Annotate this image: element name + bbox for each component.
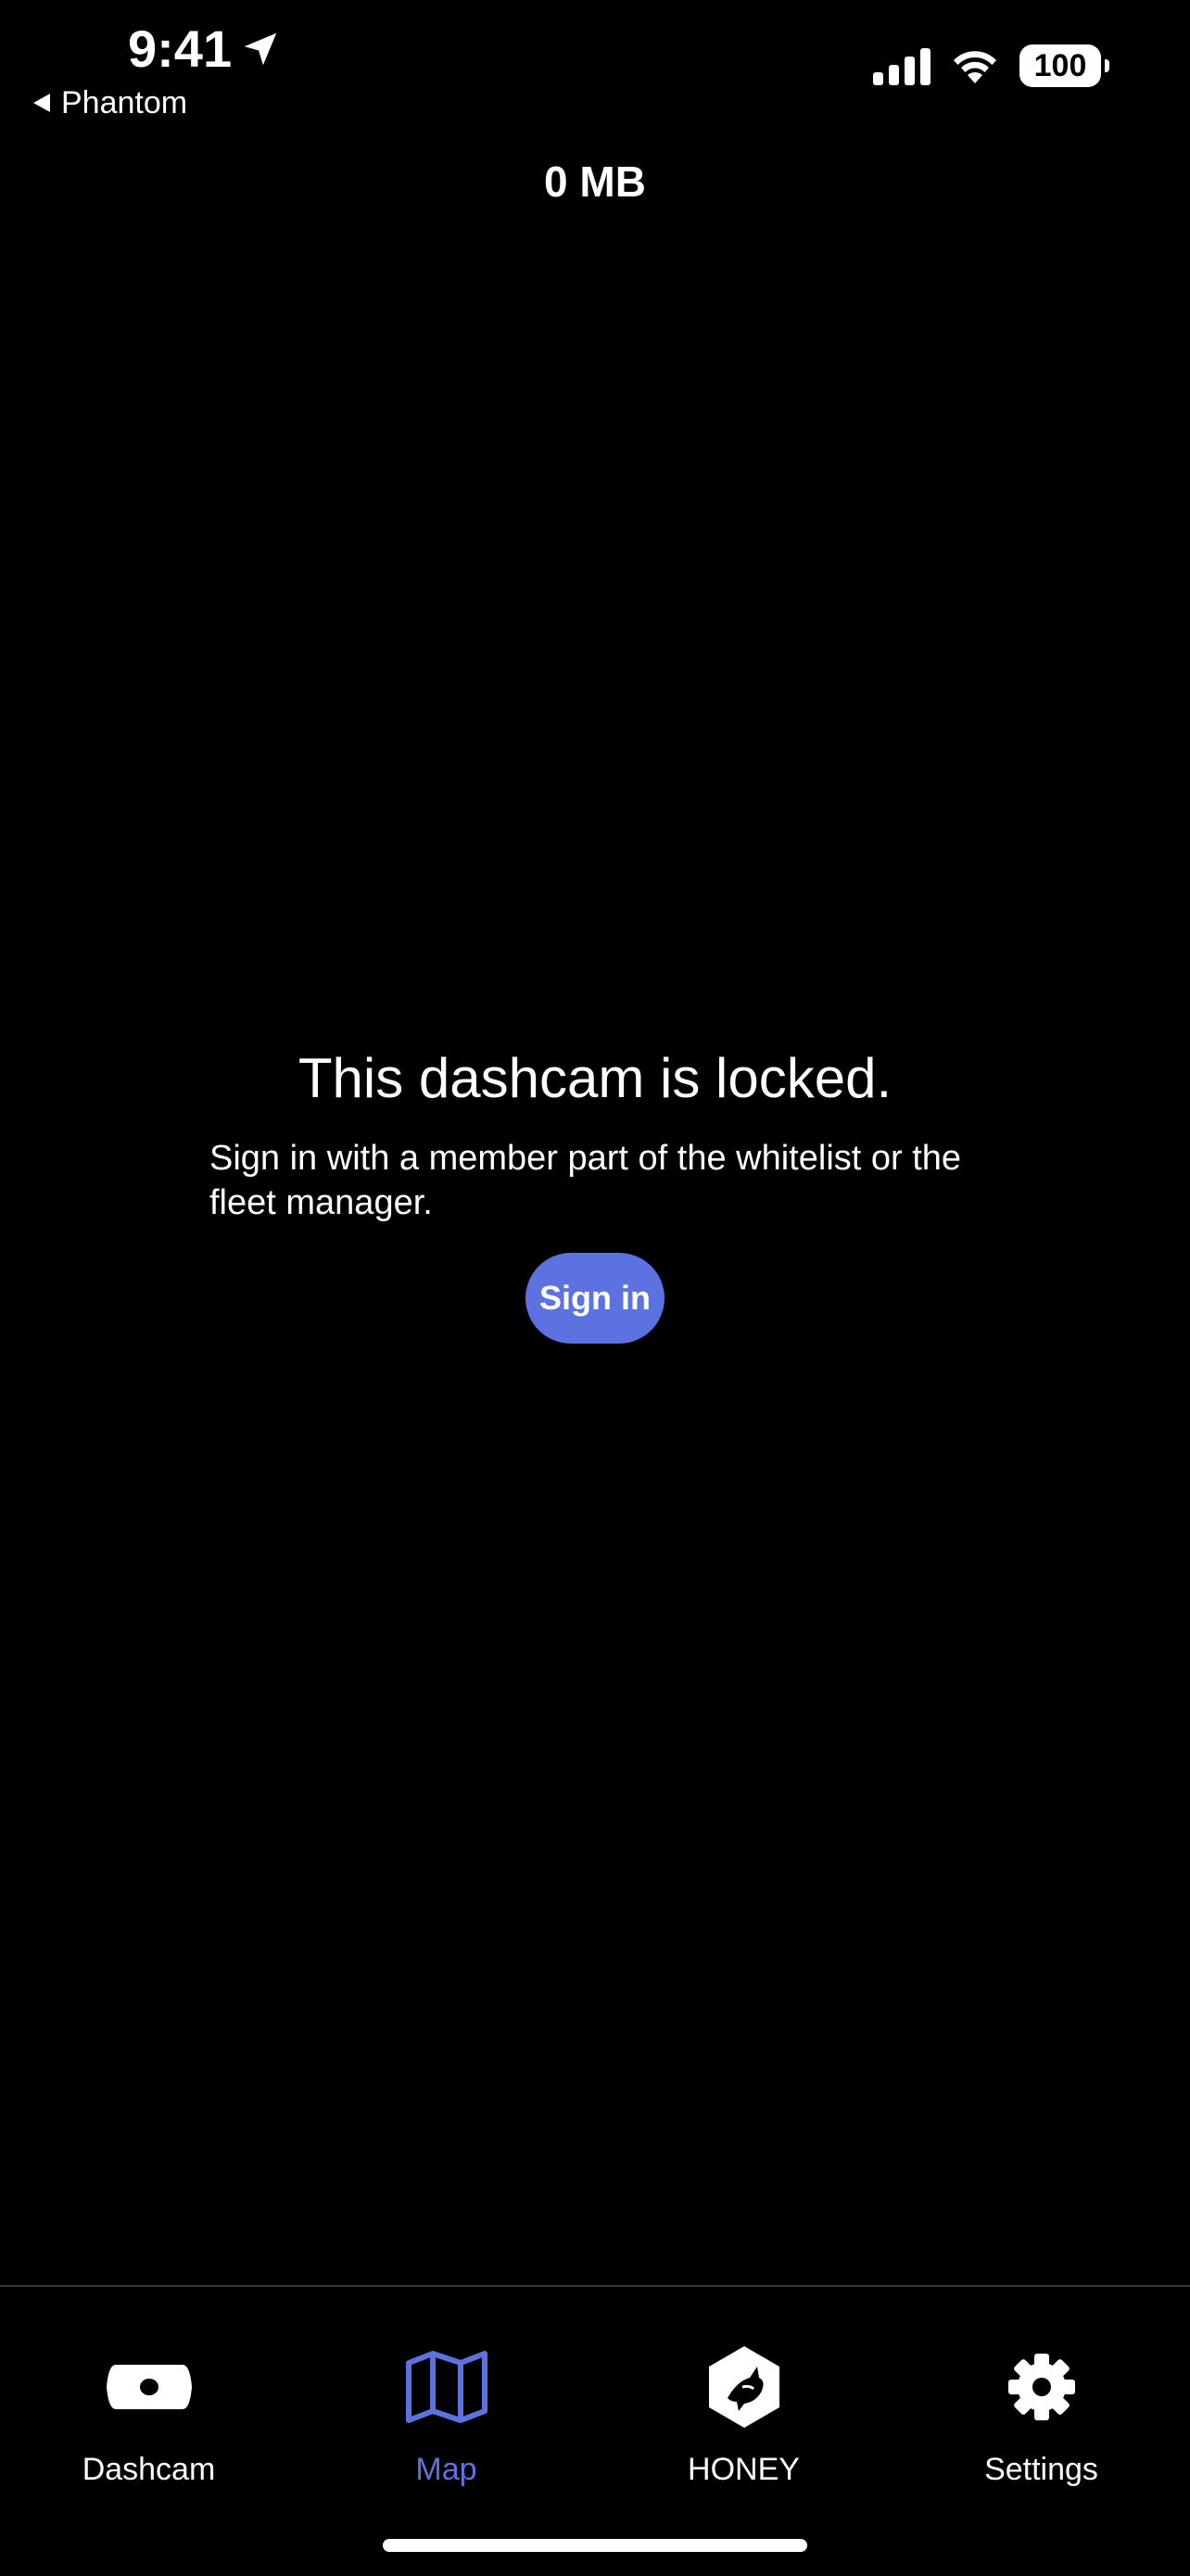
honey-icon [700,2342,789,2431]
locked-description: Sign in with a member part of the whitel… [209,1139,962,1222]
map-icon [402,2342,491,2431]
gear-icon [997,2342,1086,2431]
sign-in-button[interactable]: Sign in [525,1253,665,1344]
tab-label: Map [415,2452,477,2487]
tab-label: HONEY [688,2452,800,2487]
back-to-phantom-link[interactable]: Phantom [33,82,187,124]
status-time: 9:41 [128,19,233,78]
battery-level: 100 [1033,48,1087,83]
home-indicator[interactable] [383,2539,807,2552]
tab-label: Dashcam [82,2452,216,2487]
dashcam-icon [105,2342,194,2431]
wifi-icon [954,51,996,83]
cellular-signal-icon [873,46,930,85]
tab-dashcam[interactable]: Dashcam [0,2287,298,2491]
storage-title: 0 MB [544,158,646,206]
location-arrow-icon [244,32,277,66]
tab-bar: Dashcam Map HONEY Settings [0,2285,1190,2576]
back-arrow-icon [33,94,50,112]
back-label: Phantom [61,85,188,120]
status-indicators: 100 [873,44,1109,87]
tab-honey[interactable]: HONEY [595,2287,892,2491]
tab-label: Settings [984,2452,1098,2487]
tab-settings[interactable]: Settings [892,2287,1190,2491]
tab-map[interactable]: Map [298,2287,595,2491]
battery-icon: 100 [1019,44,1109,87]
battery-cap [1105,59,1109,72]
locked-title: This dashcam is locked. [298,1047,892,1109]
